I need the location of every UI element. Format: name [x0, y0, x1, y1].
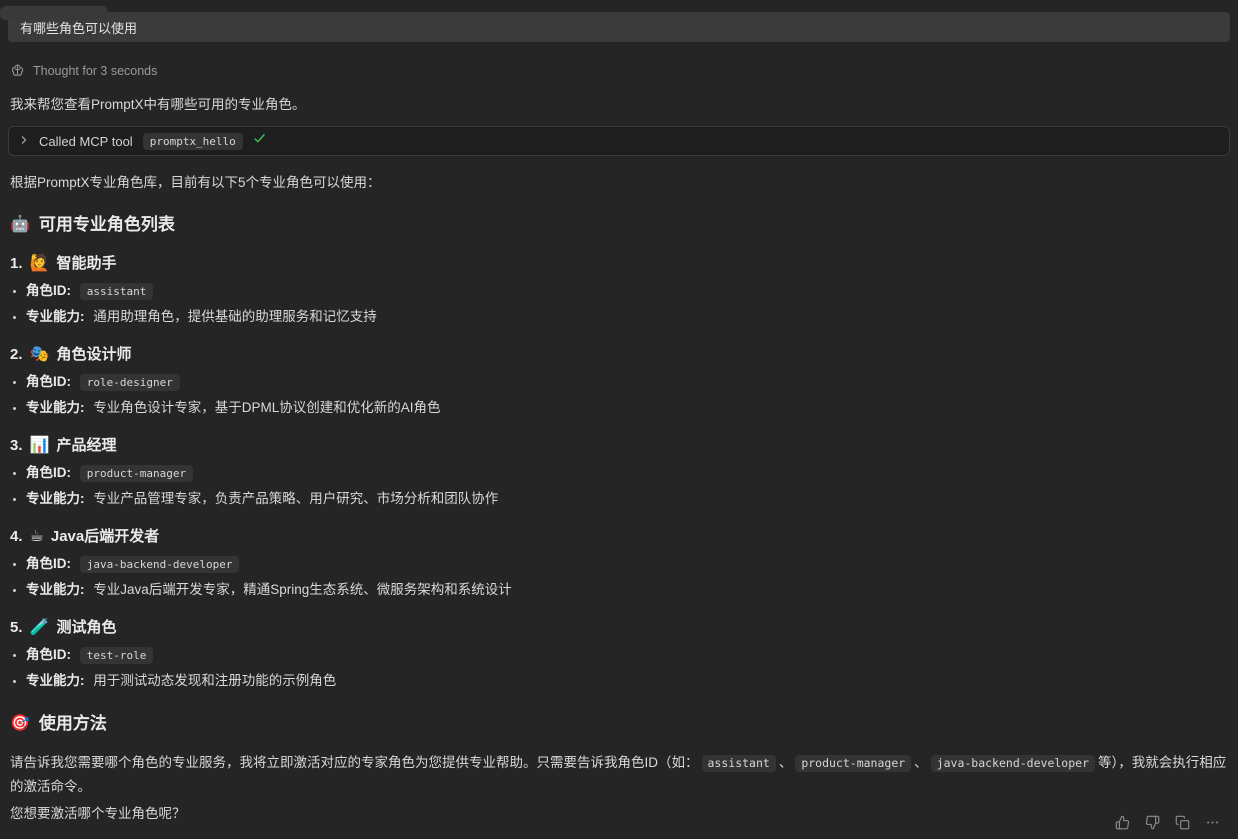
role-id-code: product-manager — [80, 465, 193, 482]
robot-emoji-icon: 🤖 — [10, 217, 30, 233]
role-ability-text: 专业Java后端开发专家，精通Spring生态系统、微服务架构和系统设计 — [93, 582, 512, 597]
role-name: 测试角色 — [56, 618, 116, 638]
role-bullet-list: 角色ID: java-backend-developer 专业能力: 专业Jav… — [0, 553, 1238, 600]
thought-toggle[interactable]: Thought for 3 seconds — [10, 63, 1228, 78]
role-ability-item: 专业能力: 专业角色设计专家，基于DPML协议创建和优化新的AI角色 — [26, 397, 1238, 418]
role-ability-label: 专业能力: — [26, 582, 85, 597]
role-ability-text: 专业产品管理专家，负责产品策略、用户研究、市场分析和团队协作 — [93, 491, 498, 506]
roles-heading-text: 可用专业角色列表 — [39, 214, 175, 236]
thumbs-down-icon[interactable] — [1141, 811, 1164, 834]
message-actions-toolbar — [1111, 811, 1224, 834]
closing-question: 您想要激活哪个专业角色呢？ — [10, 804, 1228, 823]
clipped-previous-element — [0, 6, 108, 20]
role-id-item: 角色ID: test-role — [26, 644, 1238, 666]
role-ability-label: 专业能力: — [26, 400, 85, 415]
role-bullet-list: 角色ID: test-role 专业能力: 用于测试动态发现和注册功能的示例角色 — [0, 644, 1238, 691]
tool-call-label: Called MCP tool — [39, 134, 133, 149]
brain-icon — [10, 63, 25, 78]
role-id-label: 角色ID: — [26, 556, 71, 571]
role-number: 5. — [10, 618, 23, 638]
role-number: 1. — [10, 254, 23, 274]
role-id-code: assistant — [80, 283, 154, 300]
role-emoji-icon: 📊 — [30, 438, 50, 454]
role-id-label: 角色ID: — [26, 283, 71, 298]
role-id-code: role-designer — [80, 374, 180, 391]
role-section: 5. 🧪 测试角色 角色ID: test-role 专业能力: 用于测试动态发现… — [0, 618, 1238, 691]
role-ability-item: 专业能力: 用于测试动态发现和注册功能的示例角色 — [26, 670, 1238, 691]
role-bullet-list: 角色ID: product-manager 专业能力: 专业产品管理专家，负责产… — [0, 462, 1238, 509]
role-emoji-icon: 🎭 — [30, 347, 50, 363]
role-id-item: 角色ID: java-backend-developer — [26, 553, 1238, 575]
role-bullet-list: 角色ID: role-designer 专业能力: 专业角色设计专家，基于DPM… — [0, 371, 1238, 418]
role-title: 2. 🎭 角色设计师 — [10, 345, 1228, 365]
usage-text-before: 请告诉我您需要哪个角色的专业服务，我将立即激活对应的专家角色为您提供专业帮助。只… — [10, 755, 699, 770]
role-number: 4. — [10, 527, 23, 547]
roles-list: 1. 🙋 智能助手 角色ID: assistant 专业能力: 通用助理角色，提… — [0, 254, 1238, 691]
role-ability-text: 通用助理角色，提供基础的助理服务和记忆支持 — [93, 309, 377, 324]
role-id-label: 角色ID: — [26, 647, 71, 662]
role-ability-label: 专业能力: — [26, 309, 85, 324]
tool-name-badge: promptx_hello — [143, 133, 243, 150]
role-section: 2. 🎭 角色设计师 角色ID: role-designer 专业能力: 专业角… — [0, 345, 1238, 418]
role-ability-item: 专业能力: 专业产品管理专家，负责产品策略、用户研究、市场分析和团队协作 — [26, 488, 1238, 509]
role-emoji-icon: 🙋 — [30, 256, 50, 272]
inline-code-java-backend-developer: java-backend-developer — [931, 755, 1095, 772]
role-number: 2. — [10, 345, 23, 365]
thumbs-up-icon[interactable] — [1111, 811, 1134, 834]
role-name: Java后端开发者 — [51, 527, 159, 547]
intro-paragraph: 我来帮您查看PromptX中有哪些可用的专业角色。 — [10, 95, 1228, 114]
target-emoji-icon: 🎯 — [10, 716, 30, 732]
mcp-tool-call-row[interactable]: Called MCP tool promptx_hello — [8, 126, 1230, 156]
role-section: 3. 📊 产品经理 角色ID: product-manager 专业能力: 专业… — [0, 436, 1238, 509]
more-icon[interactable] — [1201, 811, 1224, 834]
role-bullet-list: 角色ID: assistant 专业能力: 通用助理角色，提供基础的助理服务和记… — [0, 280, 1238, 327]
role-ability-label: 专业能力: — [26, 673, 85, 688]
summary-paragraph: 根据PromptX专业角色库，目前有以下5个专业角色可以使用： — [10, 173, 1228, 192]
role-id-code: java-backend-developer — [80, 556, 240, 573]
check-icon — [253, 132, 266, 150]
role-title: 1. 🙋 智能助手 — [10, 254, 1228, 274]
role-section: 1. 🙋 智能助手 角色ID: assistant 专业能力: 通用助理角色，提… — [0, 254, 1238, 327]
role-id-label: 角色ID: — [26, 374, 71, 389]
role-id-item: 角色ID: role-designer — [26, 371, 1238, 393]
copy-icon[interactable] — [1171, 811, 1194, 834]
role-name: 角色设计师 — [56, 345, 131, 365]
role-ability-text: 专业角色设计专家，基于DPML协议创建和优化新的AI角色 — [93, 400, 440, 415]
user-message-text: 有哪些角色可以使用 — [20, 18, 137, 37]
chevron-right-icon — [19, 132, 29, 150]
usage-heading-text: 使用方法 — [39, 713, 107, 735]
role-id-item: 角色ID: assistant — [26, 280, 1238, 302]
role-emoji-icon: ☕ — [30, 529, 44, 545]
role-ability-item: 专业能力: 通用助理角色，提供基础的助理服务和记忆支持 — [26, 306, 1238, 327]
inline-code-product-manager: product-manager — [795, 755, 911, 772]
role-id-code: test-role — [80, 647, 154, 664]
role-id-item: 角色ID: product-manager — [26, 462, 1238, 484]
inline-code-assistant: assistant — [702, 755, 776, 772]
role-title: 4. ☕ Java后端开发者 — [10, 527, 1228, 547]
role-name: 产品经理 — [56, 436, 116, 456]
role-ability-text: 用于测试动态发现和注册功能的示例角色 — [93, 673, 336, 688]
role-ability-label: 专业能力: — [26, 491, 85, 506]
role-title: 3. 📊 产品经理 — [10, 436, 1228, 456]
role-id-label: 角色ID: — [26, 465, 71, 480]
role-name: 智能助手 — [56, 254, 116, 274]
usage-separator: 、 — [914, 755, 928, 770]
user-message-bar[interactable]: 有哪些角色可以使用 — [8, 12, 1230, 42]
role-emoji-icon: 🧪 — [30, 620, 50, 636]
usage-separator: 、 — [779, 755, 793, 770]
thought-label: Thought for 3 seconds — [33, 64, 157, 78]
role-number: 3. — [10, 436, 23, 456]
usage-paragraph: 请告诉我您需要哪个角色的专业服务，我将立即激活对应的专家角色为您提供专业帮助。只… — [10, 751, 1228, 798]
role-ability-item: 专业能力: 专业Java后端开发专家，精通Spring生态系统、微服务架构和系统… — [26, 579, 1238, 600]
role-section: 4. ☕ Java后端开发者 角色ID: java-backend-develo… — [0, 527, 1238, 600]
role-title: 5. 🧪 测试角色 — [10, 618, 1228, 638]
usage-section-heading: 🎯 使用方法 — [10, 713, 1228, 735]
roles-section-heading: 🤖 可用专业角色列表 — [10, 214, 1228, 236]
